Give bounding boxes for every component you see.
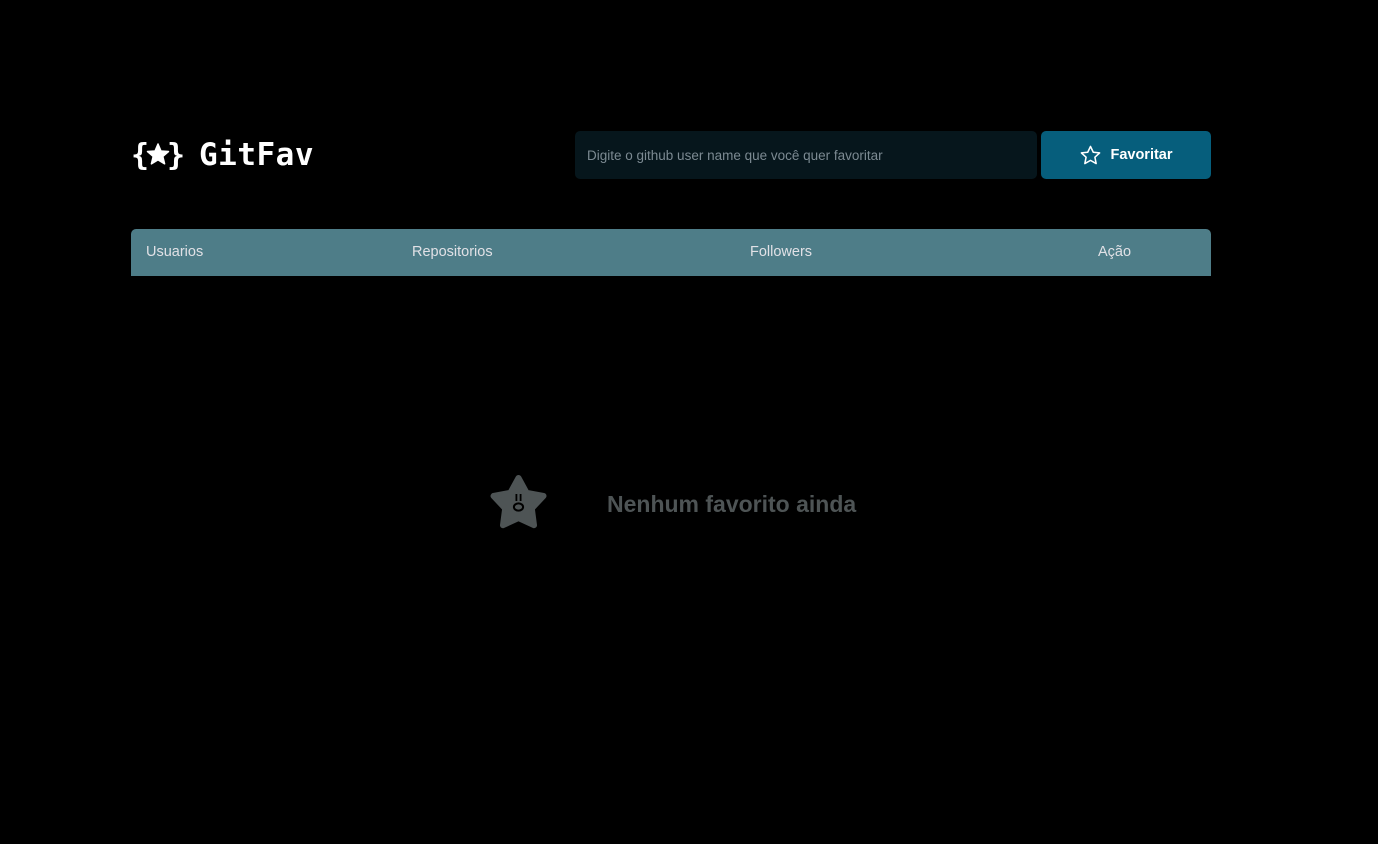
favorite-button-label: Favoritar [1110,147,1173,163]
braces-star-icon: { } [131,138,185,172]
column-header-repositories: Repositorios [412,244,493,260]
table-header: Usuarios Repositorios Followers Ação [131,229,1211,276]
empty-state-message: Nenhum favorito ainda [607,490,857,517]
svg-text:}: } [167,138,185,172]
app-title: GitFav [199,137,314,173]
logo: { } GitFav [131,131,314,179]
sad-star-icon [490,475,547,529]
empty-state: Nenhum favorito ainda [488,474,856,534]
star-outline-icon [1081,145,1101,164]
search-group: Favoritar [575,131,1211,179]
favorite-button[interactable]: Favoritar [1041,131,1211,179]
app-header: { } GitFav Favoritar [131,131,1211,179]
column-header-users: Usuarios [146,244,204,260]
column-header-action: Ação [1098,244,1132,260]
app-page: { } GitFav Favoritar Usuarios Repositori… [0,0,1378,844]
search-input[interactable] [575,131,1037,179]
svg-text:{: { [131,138,149,172]
column-header-followers: Followers [750,244,813,260]
